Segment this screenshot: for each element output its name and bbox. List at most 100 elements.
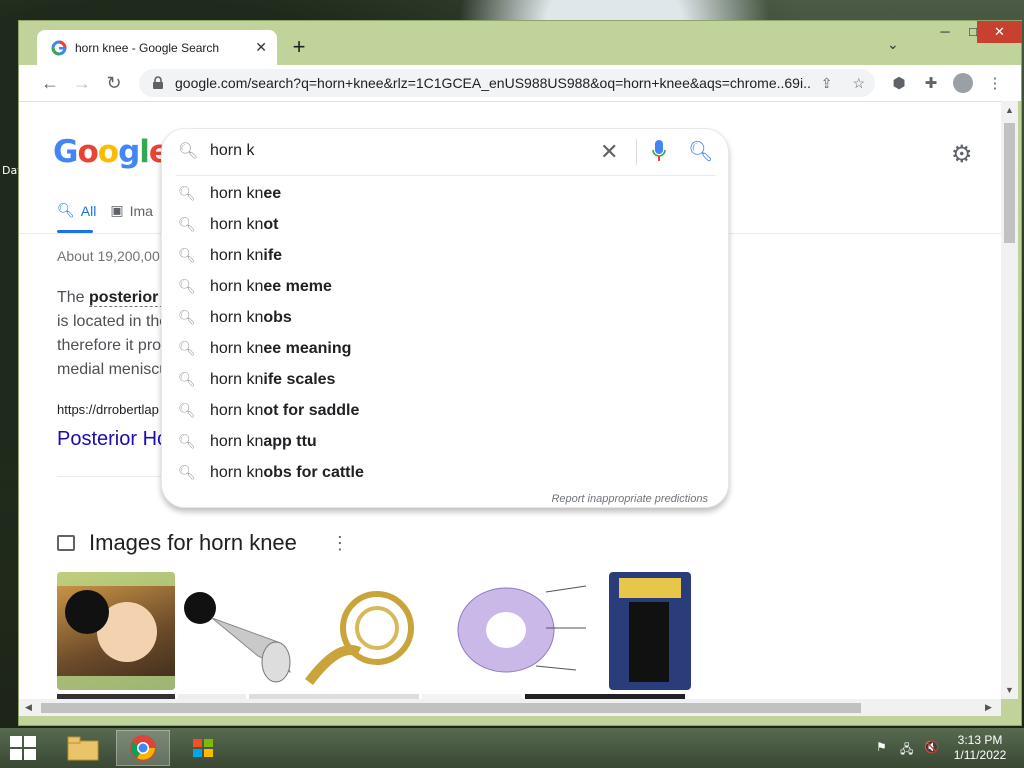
image-thumbnail[interactable] <box>178 572 296 690</box>
suggestion-item[interactable]: 🔍︎ horn knapp ttu <box>162 426 728 457</box>
close-window-button[interactable]: ✕ <box>977 21 1022 43</box>
image-thumbnail[interactable] <box>57 572 175 690</box>
suggestion-list: 🔍︎ horn knee 🔍︎ horn knot 🔍︎ horn knife 🔍︎ h… <box>162 178 728 488</box>
suggestion-completion: ee meme <box>263 277 332 295</box>
start-tile <box>10 749 22 760</box>
suggestion-text: horn knee meaning <box>210 340 351 358</box>
clear-icon[interactable]: ✕ <box>600 139 618 165</box>
settings-gear-icon[interactable]: ⚙ <box>951 140 973 169</box>
minimize-button[interactable]: ─ <box>931 21 959 43</box>
tab-images[interactable]: ▣ Ima <box>110 202 153 219</box>
tab-all[interactable]: 🔍︎ All <box>57 202 96 219</box>
more-options-icon[interactable]: ⋮ <box>331 533 349 554</box>
google-logo[interactable]: Google <box>53 134 170 170</box>
result-cite-url: https://drrobertlap <box>57 402 159 417</box>
search-icon: 🔍︎ <box>178 464 196 480</box>
suggestion-text: horn knapp ttu <box>210 433 317 451</box>
taskbar-windows-flag[interactable] <box>176 730 230 766</box>
browser-tab[interactable]: horn knee - Google Search ✕ <box>37 30 277 65</box>
address-bar[interactable]: google.com/search?q=horn+knee&rlz=1C1GCE… <box>139 69 875 97</box>
suggestion-completion: app ttu <box>263 432 317 450</box>
start-tile <box>24 736 36 747</box>
search-icon: 🔍︎ <box>178 402 196 418</box>
logo-letter: G <box>53 134 78 170</box>
search-icon: 🔍︎ <box>178 247 196 263</box>
horizontal-scrollbar[interactable]: ◀ ▶ <box>19 699 1001 716</box>
image-thumbnail[interactable] <box>609 572 691 690</box>
taskbar-chrome[interactable] <box>116 730 170 766</box>
microphone-icon[interactable] <box>652 139 666 163</box>
scroll-right-arrow-icon[interactable]: ▶ <box>985 702 992 713</box>
search-box: 🔍︎ ✕ 🔍︎ <box>162 129 728 175</box>
suggestion-item[interactable]: 🔍︎ horn knobs <box>162 302 728 333</box>
folder-icon <box>67 736 99 761</box>
suggestion-item[interactable]: 🔍︎ horn knife scales <box>162 364 728 395</box>
scroll-up-arrow-icon[interactable]: ▲ <box>1005 105 1014 115</box>
back-arrow-icon[interactable]: ← <box>39 73 61 94</box>
extensions-puzzle-icon[interactable]: ✚ <box>921 74 941 92</box>
vertical-scroll-thumb[interactable] <box>1004 123 1015 243</box>
suggestion-item[interactable]: 🔍︎ horn knot for saddle <box>162 395 728 426</box>
page-viewport: Google ⚙ 🔍︎ All ▣ Ima About 19,200,00 Th… <box>19 101 1001 699</box>
suggestion-item[interactable]: 🔍︎ horn knot <box>162 209 728 240</box>
scroll-left-arrow-icon[interactable]: ◀ <box>25 702 32 713</box>
extension-shield-icon[interactable]: ⬢ <box>889 74 909 92</box>
volume-muted-icon[interactable]: 🔇 <box>924 740 939 754</box>
profile-avatar[interactable] <box>953 73 973 93</box>
suggestion-item[interactable]: 🔍︎ horn knobs for cattle <box>162 457 728 488</box>
suggestion-text: horn knee <box>210 185 281 203</box>
snippet-line: therefore it pro <box>57 337 162 354</box>
logo-letter: l <box>139 134 150 170</box>
report-predictions-link[interactable]: Report inappropriate predictions <box>551 493 708 505</box>
suggestion-item[interactable]: 🔍︎ horn knife <box>162 240 728 271</box>
bookmark-star-icon[interactable]: ☆ <box>852 75 865 92</box>
logo-letter: g <box>118 134 140 170</box>
image-thumbnail[interactable] <box>446 572 606 690</box>
suggestion-completion: ee <box>263 184 282 202</box>
search-tabs: 🔍︎ All ▣ Ima <box>57 202 153 219</box>
suggestion-item[interactable]: 🔍︎ horn knee meaning <box>162 333 728 364</box>
forward-arrow-icon[interactable]: → <box>71 73 93 94</box>
vertical-scrollbar[interactable]: ▲ ▼ <box>1001 101 1018 699</box>
knee-brace-image <box>619 578 681 682</box>
french-horn-image <box>305 591 414 686</box>
logo-letter: o <box>97 134 119 170</box>
image-icon: ▣ <box>110 202 124 218</box>
search-icon: 🔍︎ <box>178 185 196 201</box>
system-clock[interactable]: 3:13 PM 1/11/2022 <box>944 733 1016 763</box>
start-windows-icon[interactable] <box>10 736 36 760</box>
logo-letter: o <box>77 134 98 170</box>
search-submit-icon[interactable]: 🔍︎ <box>688 139 713 164</box>
suggestion-completion: ee meaning <box>263 339 352 357</box>
share-icon[interactable]: ⇪ <box>821 75 833 92</box>
tab-search-chevron-icon[interactable]: ⌄ <box>887 36 899 53</box>
menu-kebab-icon[interactable]: ⋮ <box>985 74 1005 92</box>
image-icon <box>57 535 75 551</box>
result-title-link[interactable]: Posterior Ho <box>57 428 168 451</box>
tab-close-icon[interactable]: ✕ <box>255 39 267 56</box>
title-bar: horn knee - Google Search ✕ + ⌄ ─ □ ✕ <box>19 21 1022 65</box>
horizontal-scroll-thumb[interactable] <box>41 703 861 713</box>
new-tab-plus-icon[interactable]: + <box>287 34 311 60</box>
network-icon[interactable]: 🖧 <box>900 740 913 761</box>
reload-icon[interactable]: ↻ <box>103 73 125 94</box>
suggestion-completion: ot for saddle <box>263 401 360 419</box>
images-heading[interactable]: Images for horn knee <box>89 530 297 556</box>
browser-toolbar: ← → ↻ google.com/search?q=horn+knee&rlz=… <box>19 65 1021 101</box>
search-icon: 🔍︎ <box>178 143 199 160</box>
start-tile <box>24 749 36 760</box>
snippet-line: is located in the <box>57 313 169 330</box>
suggestion-text: horn knife <box>210 247 282 265</box>
scroll-down-arrow-icon[interactable]: ▼ <box>1005 685 1014 695</box>
suggestion-item[interactable]: 🔍︎ horn knee meme <box>162 271 728 302</box>
image-thumbnail[interactable] <box>299 572 443 690</box>
suggestion-item[interactable]: 🔍︎ horn knee <box>162 178 728 209</box>
suggestion-completion: obs <box>263 308 292 326</box>
search-input[interactable] <box>210 142 570 160</box>
search-icon: 🔍︎ <box>178 433 196 449</box>
start-tile <box>10 736 22 747</box>
action-center-flag-icon[interactable]: ⚑ <box>876 740 887 754</box>
suggestion-typed: horn kn <box>210 370 264 388</box>
search-box-divider <box>636 139 637 165</box>
taskbar-file-explorer[interactable] <box>56 730 110 766</box>
